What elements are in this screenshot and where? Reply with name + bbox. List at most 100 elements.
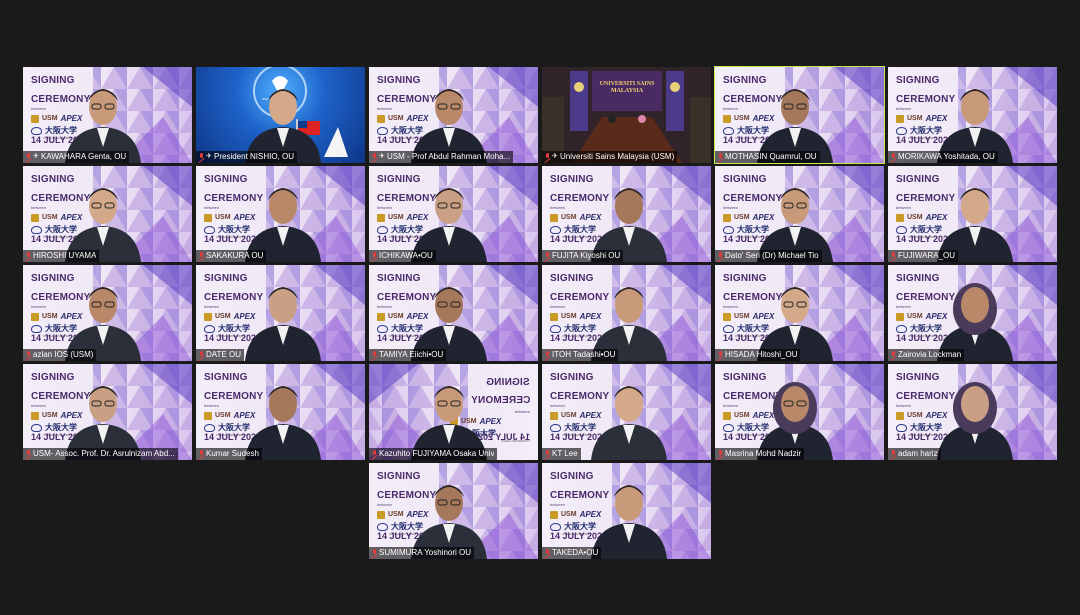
- participant-name-label: SAKAKURA OU: [196, 250, 267, 262]
- video-tile[interactable]: SIGNING CEREMONY between USM APEX 大阪大学 O…: [196, 166, 365, 262]
- participant-name-label: azlan IOS (USM): [23, 349, 97, 361]
- participant-name-label: Kumar Sudesh: [196, 448, 262, 460]
- participant-avatar: [65, 386, 141, 460]
- participant-name-label: adam hariz: [888, 448, 941, 460]
- participant-name-label: ✈ President NISHIO, OU: [196, 151, 298, 163]
- pin-icon: ✈: [206, 153, 212, 160]
- participant-name: HIROSHI UYAMA: [33, 251, 97, 260]
- participant-avatar: [757, 287, 833, 361]
- participant-avatar: [591, 287, 667, 361]
- video-tile[interactable]: SIGNING CEREMONY between USM APEX 大阪大学 O…: [888, 265, 1057, 361]
- video-tile[interactable]: SIGNING CEREMONY between USM APEX 大阪大学 O…: [196, 265, 365, 361]
- video-tile[interactable]: SIGNING CEREMONY between USM APEX 大阪大学 O…: [369, 67, 538, 163]
- participant-avatar: [937, 283, 1013, 361]
- participant-avatar: [65, 287, 141, 361]
- participant-avatar: [937, 89, 1013, 163]
- mic-muted-icon: [371, 351, 377, 359]
- participant-avatar: [245, 89, 321, 163]
- participant-avatar: [411, 188, 487, 262]
- video-tile[interactable]: SIGNING CEREMONY between USM APEX 大阪大学 O…: [23, 166, 192, 262]
- participant-avatar: [411, 386, 487, 460]
- video-tile[interactable]: SIGNING CEREMONY between USM APEX 大阪大学 O…: [715, 364, 884, 460]
- participant-name-label: MOTHASIN Quamrul, OU: [715, 151, 820, 163]
- mic-muted-icon: [544, 153, 550, 161]
- participant-name-label: Masrina Mohd Nadzir: [715, 448, 805, 460]
- participant-name-label: ✈ USM - Prof Abdul Rahman Moha...: [369, 151, 514, 163]
- participant-name: ITOH Tadashi•OU: [552, 350, 616, 359]
- participant-name-label: HISADA Hitoshi_OU: [715, 349, 801, 361]
- participant-name: Dato' Seri (Dr) Michael Tio: [725, 251, 819, 260]
- participant-name-label: Dato' Seri (Dr) Michael Tio: [715, 250, 822, 262]
- mic-muted-icon: [371, 549, 377, 557]
- participant-avatar: [757, 382, 833, 460]
- mic-muted-icon: [544, 549, 550, 557]
- video-tile[interactable]: SIGNING CEREMONY between USM APEX 大阪大学 O…: [542, 166, 711, 262]
- participant-name: TAMIYA Eiichi•OU: [379, 350, 444, 359]
- room-sign: UNIVERSITI SAINS MALAYSIA: [599, 81, 655, 94]
- participant-avatar: [245, 386, 321, 460]
- participant-name: KT Lee: [552, 449, 578, 458]
- video-tile[interactable]: SIGNING CEREMONY between USM APEX 大阪大学 O…: [23, 67, 192, 163]
- mic-muted-icon: [198, 450, 204, 458]
- participant-name: Kazuhito FUJIYAMA Osaka Univ: [379, 449, 495, 458]
- video-tile[interactable]: SIGNING CEREMONY between USM APEX 大阪大学 O…: [369, 265, 538, 361]
- participant-name-label: DATE OU: [196, 349, 244, 361]
- participant-avatar: [65, 89, 141, 163]
- participant-name: Masrina Mohd Nadzir: [725, 449, 802, 458]
- mic-muted-icon: [890, 153, 896, 161]
- participant-name-label: HIROSHI UYAMA: [23, 250, 100, 262]
- participant-avatar: [411, 287, 487, 361]
- video-tile[interactable]: SIGNING CEREMONY between USM APEX 大阪大学 O…: [369, 463, 538, 559]
- mic-muted-icon: [25, 153, 31, 161]
- video-tile[interactable]: SIGNING CEREMONY between USM APEX 大阪大学 O…: [715, 166, 884, 262]
- mic-muted-icon: [25, 252, 31, 260]
- participant-avatar: [411, 485, 487, 559]
- participant-name: Universiti Sains Malaysia (USM): [560, 152, 675, 161]
- mic-muted-icon: [25, 351, 31, 359]
- participant-name: Zairovia Lockman: [898, 350, 962, 359]
- pin-icon: ✈: [552, 153, 558, 160]
- participant-name: TAKEDA•OU: [552, 548, 599, 557]
- participant-name-label: ITOH Tadashi•OU: [542, 349, 619, 361]
- participant-name: ICHIKAWA•OU: [379, 251, 433, 260]
- video-tile[interactable]: UNIVERSITI SAINS MALAYSIA ✈ Universiti S…: [542, 67, 711, 163]
- participant-name-label: SUMIMURA Yoshinori OU: [369, 547, 475, 559]
- video-tile[interactable]: SIGNING CEREMONY between USM APEX 大阪大学 O…: [888, 166, 1057, 262]
- mic-muted-icon: [717, 450, 723, 458]
- video-tile[interactable]: SIGNING CEREMONY between USM APEX 大阪大学 O…: [542, 364, 711, 460]
- mic-muted-icon: [198, 351, 204, 359]
- video-tile[interactable]: SIGNING CEREMONY between USM APEX 大阪大学 O…: [888, 67, 1057, 163]
- participant-avatar: [411, 89, 487, 163]
- video-tile[interactable]: SIGNING CEREMONY between USM APEX 大阪大学 O…: [369, 166, 538, 262]
- video-tile[interactable]: SIGNING CEREMONY between USM APEX 大阪大学 O…: [23, 364, 192, 460]
- participant-name: azlan IOS (USM): [33, 350, 94, 359]
- participant-avatar: [245, 287, 321, 361]
- participant-name: MORIKAWA Yoshitada, OU: [898, 152, 995, 161]
- video-tile[interactable]: SIGNING CEREMONY between USM APEX 大阪大学 O…: [542, 265, 711, 361]
- mic-muted-icon: [25, 450, 31, 458]
- participant-name-label: KT Lee: [542, 448, 581, 460]
- video-tile[interactable]: SIGNING CEREMONY between USM APEX 大阪大学 O…: [369, 364, 538, 460]
- participant-name: KAWAHARA Genta, OU: [41, 152, 127, 161]
- participant-name-label: ✈ KAWAHARA Genta, OU: [23, 151, 130, 163]
- mic-muted-icon: [198, 153, 204, 161]
- mic-muted-icon: [544, 450, 550, 458]
- video-tile[interactable]: SIGNING CEREMONY between USM APEX 大阪大学 O…: [715, 265, 884, 361]
- video-tile[interactable]: SIGNING CEREMONY between USM APEX 大阪大学 O…: [888, 364, 1057, 460]
- participant-avatar: [937, 382, 1013, 460]
- video-tile[interactable]: SIGNING CEREMONY between USM APEX 大阪大学 O…: [23, 265, 192, 361]
- video-tile[interactable]: OSAKA UNIVERSITY ✈ President NISHIO, OU: [196, 67, 365, 163]
- participant-avatar: [757, 89, 833, 163]
- mic-muted-icon: [371, 252, 377, 260]
- mic-muted-icon: [890, 450, 896, 458]
- pin-icon: ✈: [33, 153, 39, 160]
- participant-name: USM - Prof Abdul Rahman Moha...: [387, 152, 511, 161]
- participant-avatar: [757, 188, 833, 262]
- video-tile[interactable]: SIGNING CEREMONY between USM APEX 大阪大学 O…: [714, 66, 885, 164]
- participant-avatar: [591, 188, 667, 262]
- participant-name: FUJIWARA_OU: [898, 251, 956, 260]
- mic-muted-icon: [544, 252, 550, 260]
- video-tile[interactable]: SIGNING CEREMONY between USM APEX 大阪大学 O…: [196, 364, 365, 460]
- video-tile[interactable]: SIGNING CEREMONY between USM APEX 大阪大学 O…: [542, 463, 711, 559]
- participant-name: Kumar Sudesh: [206, 449, 259, 458]
